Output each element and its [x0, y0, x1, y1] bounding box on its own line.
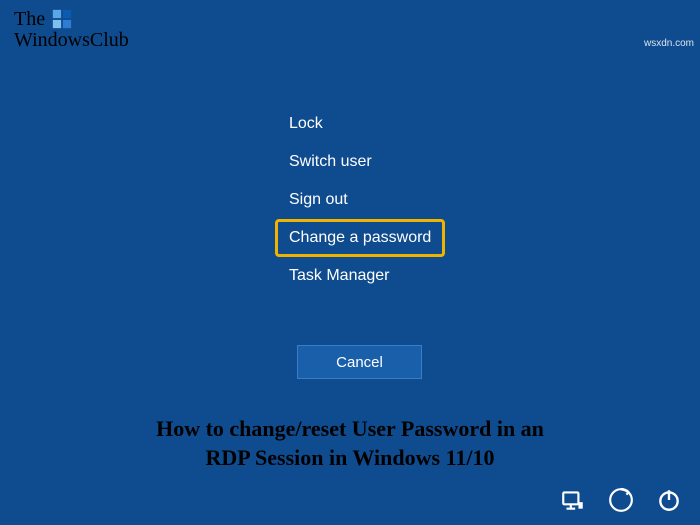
ease-of-access-icon[interactable]: [608, 487, 634, 513]
watermark-text: wsxdn.com: [644, 38, 694, 49]
caption-line-2: RDP Session in Windows 11/10: [0, 444, 700, 473]
network-icon[interactable]: [560, 487, 586, 513]
menu-item-switch-user[interactable]: Switch user: [275, 143, 445, 181]
menu-item-task-manager[interactable]: Task Manager: [275, 257, 445, 295]
cancel-button[interactable]: Cancel: [297, 345, 422, 379]
power-icon[interactable]: [656, 487, 682, 513]
system-tray: [560, 487, 682, 513]
article-caption: How to change/reset User Password in an …: [0, 415, 700, 472]
windows-logo-icon: [51, 8, 73, 30]
caption-line-1: How to change/reset User Password in an: [0, 415, 700, 444]
logo-text-windowsclub: WindowsClub: [14, 30, 129, 50]
menu-item-change-password[interactable]: Change a password: [275, 219, 445, 257]
site-logo: The WindowsClub: [14, 8, 129, 50]
menu-item-sign-out[interactable]: Sign out: [275, 181, 445, 219]
security-options-menu: Lock Switch user Sign out Change a passw…: [275, 105, 445, 295]
menu-item-lock[interactable]: Lock: [275, 105, 445, 143]
logo-text-the: The: [14, 9, 45, 29]
